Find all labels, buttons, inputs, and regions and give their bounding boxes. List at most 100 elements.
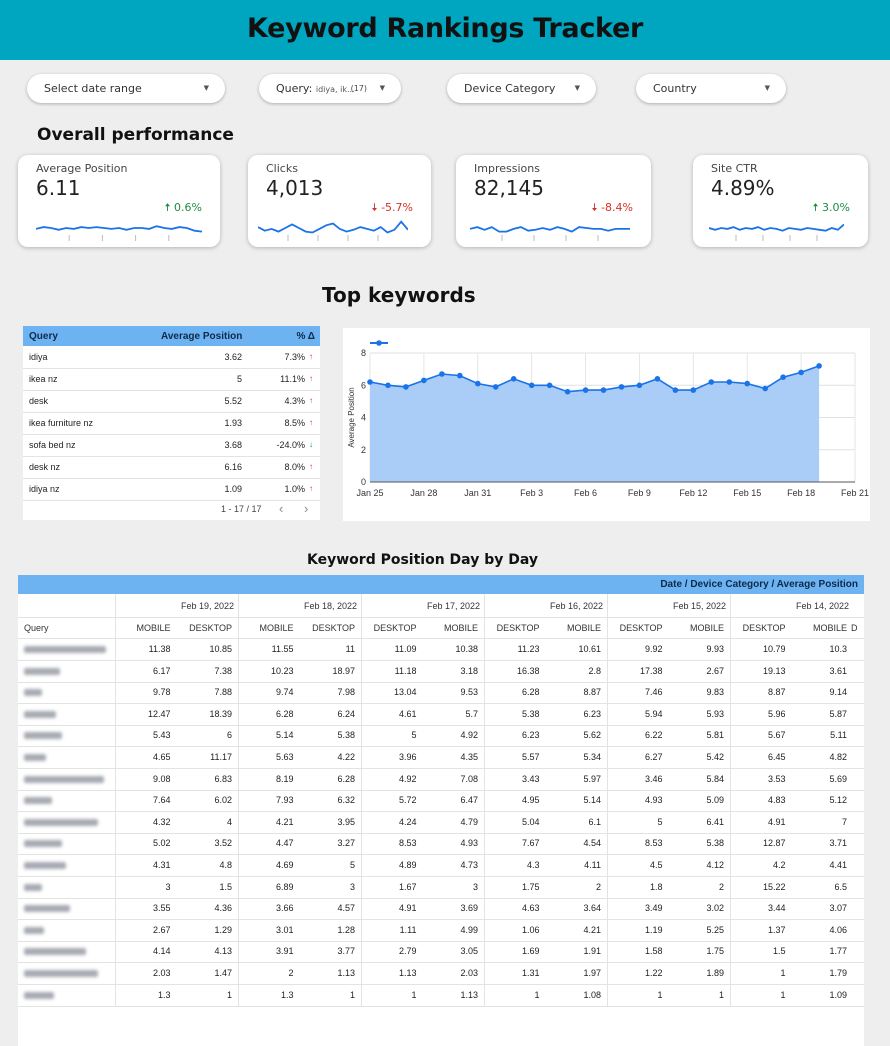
column-header-query[interactable]: Query bbox=[24, 623, 49, 633]
device-category-header[interactable]: MOBILE bbox=[792, 623, 847, 633]
pivot-cell: 6.83 bbox=[214, 773, 232, 784]
arrow-up-icon: ↑ bbox=[309, 396, 313, 405]
device-category-header[interactable]: D bbox=[851, 623, 861, 633]
arrow-up-icon: ↑ bbox=[309, 418, 313, 427]
device-category-header[interactable]: MOBILE bbox=[423, 623, 478, 633]
device-category-header[interactable]: DESKTOP bbox=[484, 623, 540, 633]
table-row[interactable]: ikea nz 5 11.1% ↑ bbox=[23, 368, 320, 391]
pivot-cell: 9.14 bbox=[829, 687, 847, 698]
pivot-cell: 4.06 bbox=[829, 924, 847, 935]
pivot-cell: 6.17 bbox=[152, 665, 171, 676]
pivot-cell: 4.69 bbox=[275, 860, 294, 870]
pivot-cell: 6.1 bbox=[588, 816, 601, 827]
pivot-cell: 12.87 bbox=[762, 838, 786, 849]
date-header[interactable]: Feb 18, 2022 bbox=[238, 601, 357, 611]
query-filter[interactable]: Query: idiya, ik... (17) ▼ bbox=[259, 74, 401, 103]
device-category-header[interactable]: DESKTOP bbox=[361, 623, 417, 633]
table-row[interactable]: desk 5.52 4.3% ↑ bbox=[23, 390, 320, 413]
data-point bbox=[367, 379, 373, 385]
date-header[interactable]: Feb 16, 2022 bbox=[484, 601, 603, 611]
device-category-header[interactable]: DESKTOP bbox=[730, 623, 786, 633]
pivot-cell: 3.53 bbox=[767, 773, 786, 784]
pivot-cell: 6.41 bbox=[706, 816, 724, 827]
chevron-right-icon[interactable]: › bbox=[304, 501, 308, 516]
pivot-cell: 4.95 bbox=[521, 795, 540, 806]
pivot-cell: 3.96 bbox=[398, 752, 417, 762]
device-category-header[interactable]: DESKTOP bbox=[300, 623, 355, 633]
country-filter[interactable]: Country ▼ bbox=[636, 74, 786, 103]
kpi-impressions: Impressions 82,145 🠇 -8.4% bbox=[456, 155, 651, 247]
keyword-query: sofa bed nz bbox=[29, 440, 76, 450]
blurred-query-label bbox=[24, 948, 86, 956]
data-point bbox=[510, 376, 517, 382]
top-keywords-title: Top keywords bbox=[322, 283, 476, 307]
pivot-cell: 4.36 bbox=[214, 903, 232, 914]
pivot-cell: 12.47 bbox=[147, 708, 171, 719]
device-category-header[interactable]: MOBILE bbox=[546, 623, 601, 633]
sparkline-series bbox=[709, 223, 844, 232]
pivot-cell: 5.14 bbox=[275, 730, 294, 741]
date-header[interactable]: Feb 14, 2022 bbox=[730, 601, 849, 611]
pivot-cell: 5.57 bbox=[521, 752, 540, 762]
date-header[interactable]: Feb 17, 2022 bbox=[361, 601, 480, 611]
data-point bbox=[690, 387, 697, 393]
pivot-cell: 7.98 bbox=[337, 687, 355, 698]
pivot-cell: 5.38 bbox=[521, 708, 540, 719]
x-tick-label: Jan 31 bbox=[464, 488, 491, 498]
pivot-cell: 5.63 bbox=[275, 752, 294, 762]
device-category-header[interactable]: DESKTOP bbox=[607, 623, 663, 633]
date-header[interactable]: Feb 15, 2022 bbox=[607, 601, 726, 611]
device-category-header[interactable]: MOBILE bbox=[115, 623, 170, 633]
blurred-query-label bbox=[24, 754, 46, 761]
pivot-cell: 9.78 bbox=[152, 687, 171, 698]
pivot-cell: 5.69 bbox=[829, 773, 847, 784]
column-header-average-position[interactable]: Average Position bbox=[161, 331, 242, 342]
pivot-cell: 4.93 bbox=[644, 795, 663, 806]
table-row[interactable]: idiya nz 1.09 1.0% ↑ bbox=[23, 478, 320, 501]
pivot-cell: 8.19 bbox=[275, 773, 294, 784]
pivot-cell: 4.11 bbox=[584, 860, 601, 870]
column-header-percent-change[interactable]: % Δ bbox=[297, 331, 316, 342]
pivot-cell: 2.67 bbox=[152, 924, 171, 935]
column-header-query[interactable]: Query bbox=[29, 331, 58, 342]
keyword-percent-change: 7.3% bbox=[284, 352, 305, 362]
sparkline-series bbox=[36, 225, 202, 233]
pivot-cell: 6.47 bbox=[460, 795, 478, 806]
pivot-cell: 16.38 bbox=[516, 665, 540, 676]
data-point bbox=[762, 385, 768, 392]
pivot-cell: 8.53 bbox=[644, 838, 663, 849]
date-header[interactable]: Feb 19, 2022 bbox=[115, 601, 234, 611]
pivot-cell: 5.7 bbox=[465, 708, 478, 719]
blurred-query-label bbox=[24, 775, 104, 783]
pivot-cell: 1.13 bbox=[337, 968, 355, 978]
kpi-value: 82,145 bbox=[474, 176, 544, 200]
table-row[interactable]: sofa bed nz 3.68 -24.0% ↓ bbox=[23, 434, 320, 457]
pivot-cell: 10.85 bbox=[209, 644, 232, 654]
pivot-cell: 3.91 bbox=[275, 946, 294, 957]
kpi-label: Average Position bbox=[36, 162, 128, 175]
keyword-percent-change: 11.1% bbox=[280, 374, 305, 384]
date-range-filter[interactable]: Select date range ▼ bbox=[27, 74, 225, 103]
arrow-down-icon: ↓ bbox=[309, 440, 313, 449]
table-row[interactable]: desk nz 6.16 8.0% ↑ bbox=[23, 456, 320, 479]
data-point bbox=[439, 371, 445, 377]
table-row[interactable]: idiya 3.62 7.3% ↑ bbox=[23, 346, 320, 369]
device-category-header[interactable]: DESKTOP bbox=[177, 623, 232, 633]
query-filter-label: Query: bbox=[276, 82, 313, 95]
pivot-cell: 6.89 bbox=[275, 881, 294, 892]
chevron-left-icon[interactable]: ‹ bbox=[279, 501, 283, 516]
pivot-cell: 8.53 bbox=[398, 838, 417, 849]
pivot-cell: 4.89 bbox=[398, 860, 417, 870]
device-category-header[interactable]: MOBILE bbox=[669, 623, 724, 633]
kpi-label: Clicks bbox=[266, 162, 298, 175]
pivot-cell: 1.11 bbox=[399, 924, 417, 935]
y-tick-label: 0 bbox=[361, 477, 366, 487]
keyword-query: desk nz bbox=[29, 462, 61, 472]
data-point bbox=[421, 377, 427, 384]
table-row[interactable]: ikea furniture nz 1.93 8.5% ↑ bbox=[23, 412, 320, 435]
device-category-filter[interactable]: Device Category ▼ bbox=[447, 74, 596, 103]
pivot-cell: 8.87 bbox=[583, 687, 601, 698]
pivot-cell: 1.31 bbox=[521, 968, 540, 978]
device-category-header[interactable]: MOBILE bbox=[238, 623, 293, 633]
pivot-cell: 1.3 bbox=[280, 989, 294, 1000]
